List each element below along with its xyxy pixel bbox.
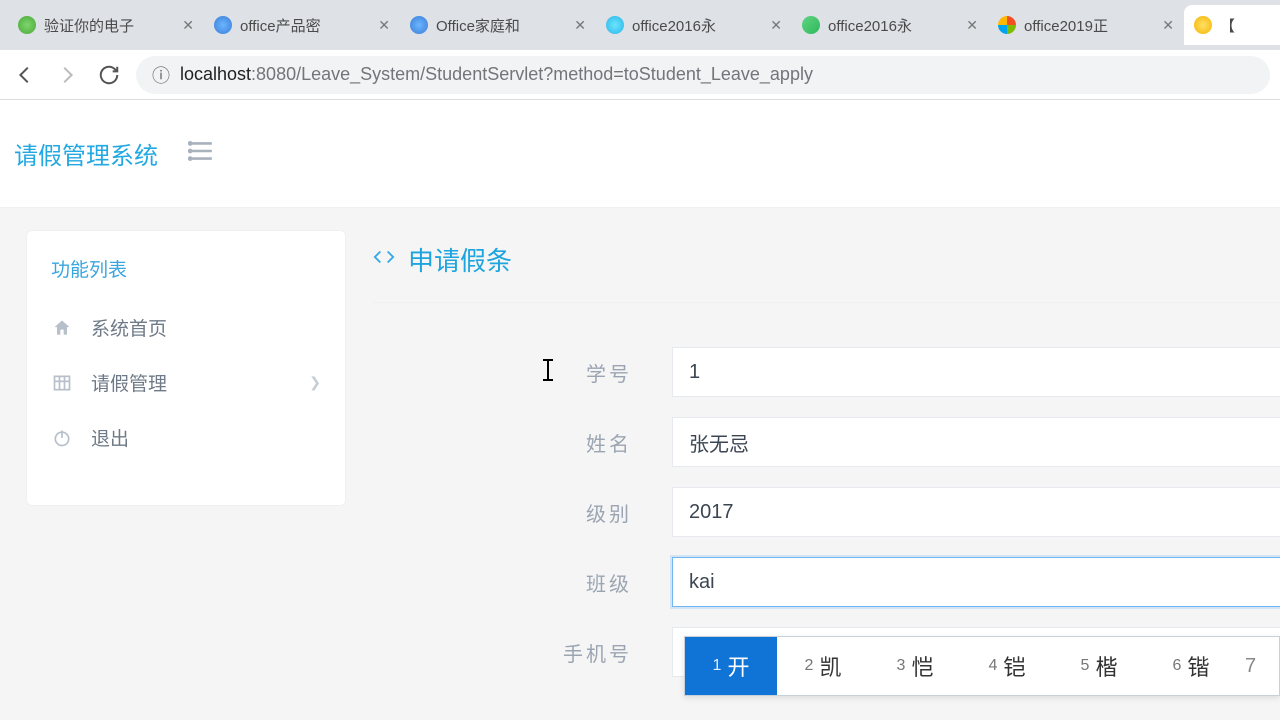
text-cursor-icon — [547, 359, 549, 381]
home-icon — [51, 318, 73, 338]
tab-title: 【 — [1220, 15, 1280, 36]
label-phone: 手机号 — [372, 638, 672, 667]
input-grade[interactable] — [672, 487, 1280, 537]
chevron-right-icon: ❯ — [309, 374, 321, 391]
leave-form: 学号 姓名 级别 班级 手机号 — [372, 303, 1280, 677]
ime-candidate-3[interactable]: 3 恺 — [869, 637, 961, 695]
table-icon — [51, 373, 73, 393]
form-row-studentno: 学号 — [372, 347, 1280, 397]
input-class[interactable] — [672, 557, 1280, 607]
ime-candidate-5[interactable]: 5 楷 — [1053, 637, 1145, 695]
browser-tab-1[interactable]: 验证你的电子 ✕ — [8, 5, 204, 45]
sidebar-toggle-icon[interactable] — [188, 138, 214, 169]
url-text: localhost:8080/Leave_System/StudentServl… — [180, 64, 813, 85]
ime-candidate-bar: 1 开 2 凯 3 恺 4 铠 5 楷 6 锴 7 — [684, 636, 1280, 696]
browser-tab-4[interactable]: office2016永 ✕ — [596, 5, 792, 45]
ime-candidate-2[interactable]: 2 凯 — [777, 637, 869, 695]
input-name[interactable] — [672, 417, 1280, 467]
sidebar-item-logout[interactable]: 退出 — [27, 410, 345, 465]
label-studentno: 学号 — [372, 358, 672, 387]
address-bar[interactable]: ⓘ localhost:8080/Leave_System/StudentSer… — [136, 56, 1270, 94]
back-button[interactable] — [10, 60, 40, 90]
code-icon — [372, 246, 396, 274]
sidebar-item-label: 请假管理 — [91, 369, 167, 396]
close-icon[interactable]: ✕ — [378, 17, 390, 34]
label-name: 姓名 — [372, 428, 672, 457]
info-icon[interactable]: ⓘ — [152, 62, 170, 88]
power-icon — [51, 428, 73, 448]
tab-title: office2016永 — [828, 15, 958, 36]
ime-more[interactable]: 7 — [1237, 655, 1264, 678]
forward-button[interactable] — [52, 60, 82, 90]
close-icon[interactable]: ✕ — [770, 17, 782, 34]
close-icon[interactable]: ✕ — [182, 17, 194, 34]
form-row-class: 班级 — [372, 557, 1280, 607]
sidebar: 功能列表 系统首页 请假管理 ❯ 退出 — [26, 230, 346, 506]
tab-title: office2019正 — [1024, 15, 1154, 36]
favicon-icon — [606, 16, 624, 34]
ime-candidate-1[interactable]: 1 开 — [685, 637, 777, 695]
browser-tab-6[interactable]: office2019正 ✕ — [988, 5, 1184, 45]
tab-title: office2016永 — [632, 15, 762, 36]
browser-tab-2[interactable]: office产品密 ✕ — [204, 5, 400, 45]
close-icon[interactable]: ✕ — [966, 17, 978, 34]
browser-tabs: 验证你的电子 ✕ office产品密 ✕ Office家庭和 ✕ office2… — [0, 0, 1280, 50]
sidebar-item-label: 系统首页 — [91, 314, 167, 341]
close-icon[interactable]: ✕ — [574, 17, 586, 34]
browser-navbar: ⓘ localhost:8080/Leave_System/StudentSer… — [0, 50, 1280, 100]
favicon-icon — [18, 16, 36, 34]
sidebar-title: 功能列表 — [27, 251, 345, 300]
favicon-icon — [410, 16, 428, 34]
form-row-name: 姓名 — [372, 417, 1280, 467]
favicon-icon — [802, 16, 820, 34]
section-title: 申请假条 — [408, 241, 512, 278]
tab-title: 验证你的电子 — [44, 15, 174, 36]
sidebar-item-leave[interactable]: 请假管理 ❯ — [27, 355, 345, 410]
favicon-icon — [214, 16, 232, 34]
app-title: 请假管理系统 — [14, 136, 158, 171]
sidebar-item-home[interactable]: 系统首页 — [27, 300, 345, 355]
app-header: 请假管理系统 — [0, 100, 1280, 208]
form-row-grade: 级别 — [372, 487, 1280, 537]
browser-tab-5[interactable]: office2016永 ✕ — [792, 5, 988, 45]
browser-tab-7[interactable]: 【 — [1184, 5, 1280, 45]
label-grade: 级别 — [372, 498, 672, 527]
label-class: 班级 — [372, 568, 672, 597]
section-header: 申请假条 — [372, 241, 1280, 303]
tab-title: Office家庭和 — [436, 15, 566, 36]
reload-button[interactable] — [94, 60, 124, 90]
input-studentno[interactable] — [672, 347, 1280, 397]
favicon-icon — [998, 16, 1016, 34]
tab-title: office产品密 — [240, 15, 370, 36]
ime-candidate-4[interactable]: 4 铠 — [961, 637, 1053, 695]
sidebar-item-label: 退出 — [91, 424, 129, 451]
close-icon[interactable]: ✕ — [1162, 17, 1174, 34]
ime-candidate-6[interactable]: 6 锴 — [1145, 637, 1237, 695]
browser-tab-3[interactable]: Office家庭和 ✕ — [400, 5, 596, 45]
favicon-icon — [1194, 16, 1212, 34]
